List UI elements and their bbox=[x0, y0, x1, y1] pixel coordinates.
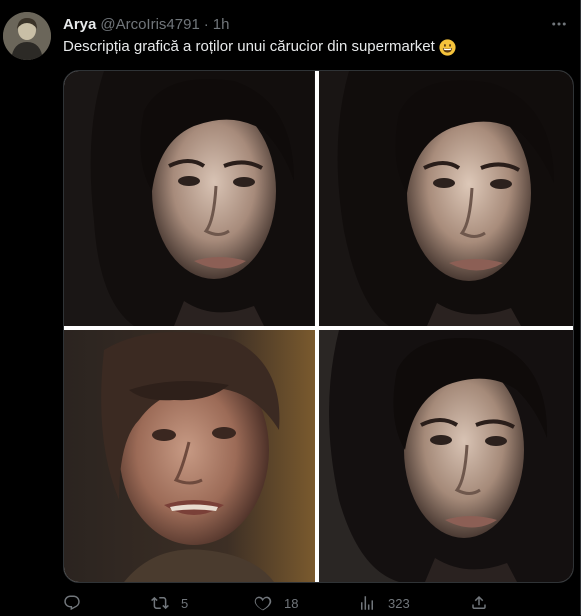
views-icon bbox=[358, 594, 376, 612]
separator-dot: · bbox=[203, 15, 209, 33]
avatar[interactable] bbox=[3, 12, 51, 60]
views-button[interactable]: 323 bbox=[358, 590, 410, 616]
image-panel-1[interactable] bbox=[64, 71, 315, 326]
reply-icon bbox=[63, 594, 81, 612]
like-count: 18 bbox=[284, 595, 299, 611]
retweet-button[interactable]: 5 bbox=[151, 590, 188, 616]
retweet-count: 5 bbox=[181, 595, 189, 611]
author-handle[interactable]: @ArcoIris4791 bbox=[100, 16, 199, 33]
image-panel-2[interactable] bbox=[319, 71, 573, 326]
image-panel-4[interactable] bbox=[319, 330, 573, 582]
author-name[interactable]: Arya bbox=[63, 16, 96, 33]
reply-button[interactable] bbox=[63, 590, 81, 616]
tweet-header: Arya @ArcoIris4791 · 1h bbox=[63, 14, 229, 34]
tweet-text: Descripția grafică a roților unui căruci… bbox=[63, 37, 456, 57]
like-button[interactable]: 18 bbox=[254, 590, 298, 616]
tweet-actions: 5 18 323 bbox=[63, 590, 493, 616]
media-grid[interactable] bbox=[63, 70, 574, 583]
share-button[interactable] bbox=[470, 590, 488, 616]
share-icon bbox=[470, 594, 488, 612]
timestamp[interactable]: 1h bbox=[213, 16, 230, 33]
tweet-text-content: Descripția grafică a roților unui căruci… bbox=[63, 38, 435, 55]
more-icon[interactable] bbox=[548, 14, 570, 34]
heart-icon bbox=[254, 594, 272, 612]
views-count: 323 bbox=[388, 595, 410, 611]
retweet-icon bbox=[151, 594, 169, 612]
image-panel-3[interactable] bbox=[64, 330, 315, 582]
grinning-face-emoji bbox=[439, 38, 456, 56]
tweet[interactable]: Arya @ArcoIris4791 · 1h Descripția grafi… bbox=[0, 0, 581, 615]
